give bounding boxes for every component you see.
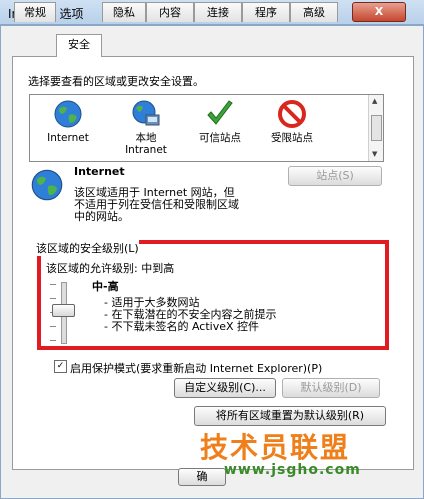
close-button[interactable]: X [352,2,406,22]
zone-list: Internet 本地 Intranet 可信站点 受限站点 ▲ ▼ [29,94,384,162]
restricted-icon [278,100,306,128]
globe-icon [54,100,82,128]
zone-restricted-sites[interactable]: 受限站点 [262,99,322,144]
protected-mode-label[interactable]: 启用保护模式(要求重新启动 Internet Explorer)(P) [70,360,322,376]
zone-local-intranet[interactable]: 本地 Intranet [116,99,176,156]
reset-all-zones-button[interactable]: 将所有区域重置为默认级别(R) [194,406,386,426]
scroll-up-icon[interactable]: ▲ [372,97,377,105]
security-level-label: 该区域的安全级别(L) [36,240,139,256]
zone-prompt: 选择要查看的区域或更改安全设置。 [28,75,204,88]
slider-tick [50,326,56,327]
zone-internet-label: Internet [47,132,89,144]
scroll-thumb[interactable] [371,115,382,141]
tab-general[interactable]: 常规 [14,2,56,22]
tab-advanced[interactable]: 高级 [290,2,338,22]
tab-content[interactable]: 内容 [146,2,194,22]
watermark-text: 技术员联盟 [200,431,351,464]
zone-intranet-label: 本地 [135,132,157,144]
check-icon [207,100,233,125]
zone-internet[interactable]: Internet [38,99,98,144]
level-name: 中-高 [92,280,119,293]
zone-restricted-label: 受限站点 [271,132,313,144]
sites-button[interactable]: 站点(S) [288,166,382,186]
security-slider-thumb[interactable] [52,304,75,317]
default-level-button[interactable]: 默认级别(D) [282,378,380,398]
zone-intranet-label-2: Intranet [125,144,167,156]
tab-privacy[interactable]: 隐私 [102,2,146,22]
selected-zone-name: Internet [74,165,125,178]
watermark-url: www.jsgho.com [224,462,361,478]
selected-zone-globe-icon [31,169,63,201]
tab-connections[interactable]: 连接 [194,2,242,22]
scroll-down-icon[interactable]: ▼ [372,150,377,158]
custom-level-button[interactable]: 自定义级别(C)... [174,378,276,398]
slider-tick [50,284,56,285]
protected-mode-checkbox[interactable]: ✓ [54,360,67,373]
level-bullet-3: - 不下载未签名的 ActiveX 控件 [104,320,260,333]
allowed-level-text: 该区域的允许级别: 中到高 [46,262,175,275]
zone-description-line-3: 中的网站。 [74,210,129,223]
zone-trusted-sites[interactable]: 可信站点 [190,99,250,144]
zone-list-scrollbar[interactable]: ▲ ▼ [368,95,383,161]
zone-trusted-label: 可信站点 [199,132,241,144]
tab-security[interactable]: 安全 [56,34,102,57]
local-intranet-icon [132,100,160,126]
tab-programs[interactable]: 程序 [242,2,290,22]
slider-tick [50,298,56,299]
ok-button[interactable]: 确 [178,468,226,486]
slider-tick [50,340,56,341]
